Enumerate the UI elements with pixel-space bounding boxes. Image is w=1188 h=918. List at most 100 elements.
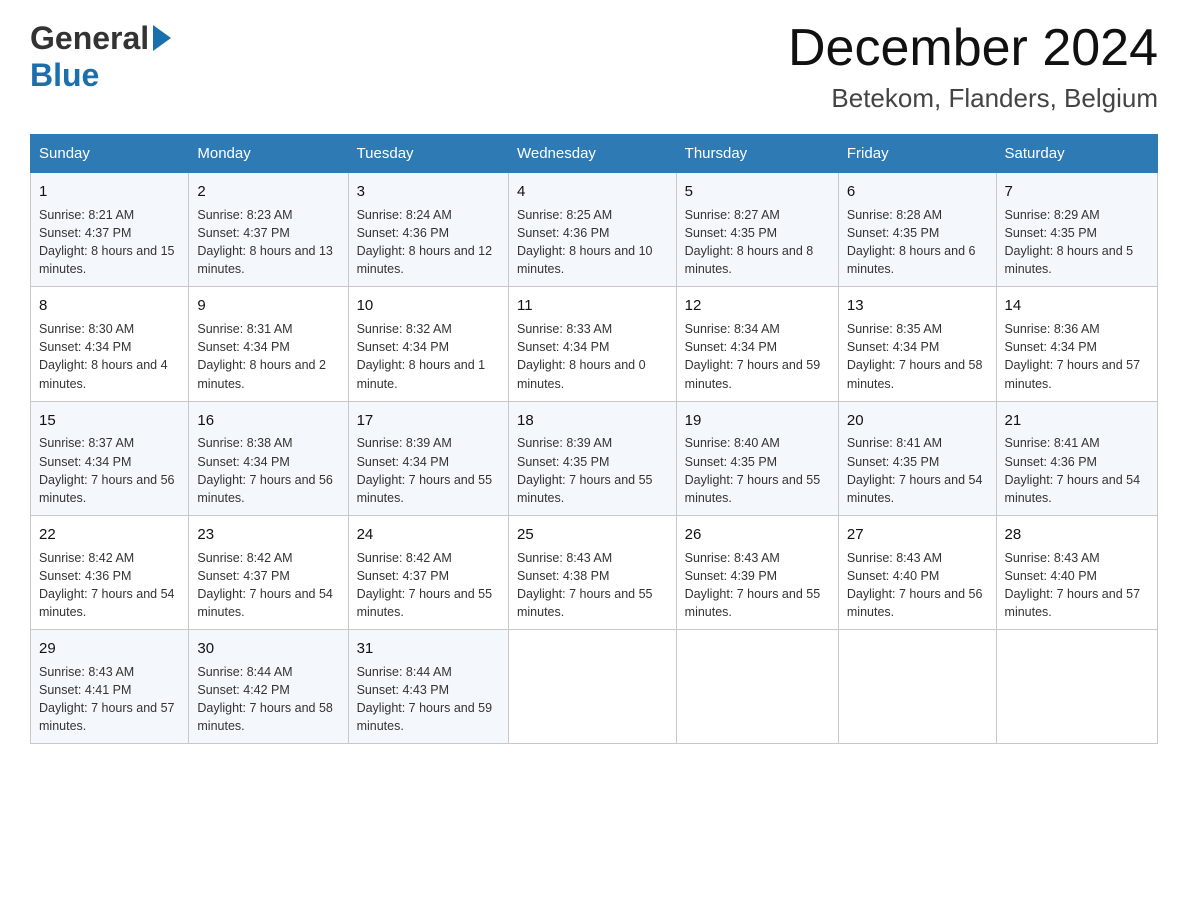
month-title: December 2024: [788, 20, 1158, 77]
calendar-cell: 10 Sunrise: 8:32 AMSunset: 4:34 PMDayligh…: [348, 287, 508, 401]
calendar-cell: 12Sunrise: 8:34 AMSunset: 4:34 PMDayligh…: [676, 287, 838, 401]
day-info: Sunrise: 8:36 AMSunset: 4:34 PMDaylight:…: [1005, 320, 1149, 393]
week-row-4: 22Sunrise: 8:42 AMSunset: 4:36 PMDayligh…: [31, 515, 1158, 629]
day-info: Sunrise: 8:42 AMSunset: 4:37 PMDaylight:…: [197, 549, 339, 622]
day-info: Sunrise: 8:41 AMSunset: 4:36 PMDaylight:…: [1005, 434, 1149, 507]
day-info: Sunrise: 8:34 AMSunset: 4:34 PMDaylight:…: [685, 320, 830, 393]
day-info: Sunrise: 8:25 AMSunset: 4:36 PMDaylight:…: [517, 206, 668, 279]
col-header-saturday: Saturday: [996, 135, 1157, 173]
logo-arrow-icon: [153, 25, 171, 56]
day-number: 19: [685, 410, 830, 432]
day-number: 21: [1005, 410, 1149, 432]
logo-blue-text: Blue: [30, 57, 99, 93]
week-row-5: 29Sunrise: 8:43 AMSunset: 4:41 PMDayligh…: [31, 630, 1158, 744]
day-number: 10: [357, 295, 500, 317]
day-number: 22: [39, 524, 180, 546]
calendar-cell: 1 Sunrise: 8:21 AMSunset: 4:37 PMDaylight…: [31, 173, 189, 287]
calendar-cell: 2 Sunrise: 8:23 AMSunset: 4:37 PMDaylight…: [189, 173, 348, 287]
day-number: 25: [517, 524, 668, 546]
calendar-cell: 6Sunrise: 8:28 AMSunset: 4:35 PMDaylight…: [838, 173, 996, 287]
calendar-cell: 28Sunrise: 8:43 AMSunset: 4:40 PMDayligh…: [996, 515, 1157, 629]
day-number: 26: [685, 524, 830, 546]
day-info: Sunrise: 8:24 AMSunset: 4:36 PMDaylight:…: [357, 206, 500, 279]
calendar-cell: 23 Sunrise: 8:42 AMSunset: 4:37 PMDayligh…: [189, 515, 348, 629]
day-number: 2: [197, 181, 339, 203]
page-header: General Blue December 2024 Betekom, Flan…: [30, 20, 1158, 114]
day-number: 16: [197, 410, 339, 432]
day-info: Sunrise: 8:37 AMSunset: 4:34 PMDaylight:…: [39, 434, 180, 507]
day-info: Sunrise: 8:35 AMSunset: 4:34 PMDaylight:…: [847, 320, 988, 393]
day-info: Sunrise: 8:43 AMSunset: 4:40 PMDaylight:…: [1005, 549, 1149, 622]
day-info: Sunrise: 8:32 AMSunset: 4:34 PMDaylight:…: [357, 320, 500, 393]
day-info: Sunrise: 8:43 AMSunset: 4:38 PMDaylight:…: [517, 549, 668, 622]
calendar-cell: [838, 630, 996, 744]
week-row-1: 1 Sunrise: 8:21 AMSunset: 4:37 PMDaylight…: [31, 173, 1158, 287]
location-title: Betekom, Flanders, Belgium: [788, 83, 1158, 114]
day-number: 11: [517, 295, 668, 317]
calendar-cell: [996, 630, 1157, 744]
calendar-cell: [508, 630, 676, 744]
day-number: 27: [847, 524, 988, 546]
calendar-cell: 22Sunrise: 8:42 AMSunset: 4:36 PMDayligh…: [31, 515, 189, 629]
calendar-cell: 3 Sunrise: 8:24 AMSunset: 4:36 PMDaylight…: [348, 173, 508, 287]
calendar-cell: 14 Sunrise: 8:36 AMSunset: 4:34 PMDayligh…: [996, 287, 1157, 401]
calendar-cell: 20Sunrise: 8:41 AMSunset: 4:35 PMDayligh…: [838, 401, 996, 515]
calendar-cell: 15Sunrise: 8:37 AMSunset: 4:34 PMDayligh…: [31, 401, 189, 515]
day-info: Sunrise: 8:44 AMSunset: 4:42 PMDaylight:…: [197, 663, 339, 736]
day-number: 6: [847, 181, 988, 203]
calendar-cell: 11 Sunrise: 8:33 AMSunset: 4:34 PMDayligh…: [508, 287, 676, 401]
day-number: 13: [847, 295, 988, 317]
day-number: 23: [197, 524, 339, 546]
day-number: 4: [517, 181, 668, 203]
day-info: Sunrise: 8:23 AMSunset: 4:37 PMDaylight:…: [197, 206, 339, 279]
logo: General Blue: [30, 20, 171, 94]
day-info: Sunrise: 8:29 AMSunset: 4:35 PMDaylight:…: [1005, 206, 1149, 279]
day-number: 24: [357, 524, 500, 546]
day-info: Sunrise: 8:39 AMSunset: 4:34 PMDaylight:…: [357, 434, 500, 507]
calendar-table: SundayMondayTuesdayWednesdayThursdayFrid…: [30, 134, 1158, 744]
calendar-header-row: SundayMondayTuesdayWednesdayThursdayFrid…: [31, 135, 1158, 173]
calendar-cell: 13 Sunrise: 8:35 AMSunset: 4:34 PMDayligh…: [838, 287, 996, 401]
day-number: 8: [39, 295, 180, 317]
calendar-cell: 19Sunrise: 8:40 AMSunset: 4:35 PMDayligh…: [676, 401, 838, 515]
day-info: Sunrise: 8:33 AMSunset: 4:34 PMDaylight:…: [517, 320, 668, 393]
calendar-cell: 17Sunrise: 8:39 AMSunset: 4:34 PMDayligh…: [348, 401, 508, 515]
day-number: 14: [1005, 295, 1149, 317]
calendar-cell: 24 Sunrise: 8:42 AMSunset: 4:37 PMDayligh…: [348, 515, 508, 629]
day-info: Sunrise: 8:44 AMSunset: 4:43 PMDaylight:…: [357, 663, 500, 736]
day-number: 15: [39, 410, 180, 432]
week-row-3: 15Sunrise: 8:37 AMSunset: 4:34 PMDayligh…: [31, 401, 1158, 515]
col-header-tuesday: Tuesday: [348, 135, 508, 173]
day-number: 7: [1005, 181, 1149, 203]
calendar-cell: 25 Sunrise: 8:43 AMSunset: 4:38 PMDayligh…: [508, 515, 676, 629]
day-info: Sunrise: 8:43 AMSunset: 4:40 PMDaylight:…: [847, 549, 988, 622]
calendar-cell: 8Sunrise: 8:30 AMSunset: 4:34 PMDaylight…: [31, 287, 189, 401]
day-number: 5: [685, 181, 830, 203]
day-info: Sunrise: 8:41 AMSunset: 4:35 PMDaylight:…: [847, 434, 988, 507]
calendar-cell: 26 Sunrise: 8:43 AMSunset: 4:39 PMDayligh…: [676, 515, 838, 629]
calendar-cell: [676, 630, 838, 744]
day-info: Sunrise: 8:31 AMSunset: 4:34 PMDaylight:…: [197, 320, 339, 393]
day-number: 17: [357, 410, 500, 432]
week-row-2: 8Sunrise: 8:30 AMSunset: 4:34 PMDaylight…: [31, 287, 1158, 401]
day-info: Sunrise: 8:21 AMSunset: 4:37 PMDaylight:…: [39, 206, 180, 279]
day-number: 30: [197, 638, 339, 660]
day-info: Sunrise: 8:38 AMSunset: 4:34 PMDaylight:…: [197, 434, 339, 507]
col-header-thursday: Thursday: [676, 135, 838, 173]
day-number: 1: [39, 181, 180, 203]
day-info: Sunrise: 8:43 AMSunset: 4:41 PMDaylight:…: [39, 663, 180, 736]
day-number: 3: [357, 181, 500, 203]
logo-general-text: General: [30, 20, 149, 57]
day-info: Sunrise: 8:42 AMSunset: 4:37 PMDaylight:…: [357, 549, 500, 622]
col-header-monday: Monday: [189, 135, 348, 173]
calendar-cell: 30 Sunrise: 8:44 AMSunset: 4:42 PMDayligh…: [189, 630, 348, 744]
calendar-cell: 16Sunrise: 8:38 AMSunset: 4:34 PMDayligh…: [189, 401, 348, 515]
col-header-friday: Friday: [838, 135, 996, 173]
calendar-cell: 4 Sunrise: 8:25 AMSunset: 4:36 PMDaylight…: [508, 173, 676, 287]
calendar-cell: 27 Sunrise: 8:43 AMSunset: 4:40 PMDayligh…: [838, 515, 996, 629]
day-info: Sunrise: 8:43 AMSunset: 4:39 PMDaylight:…: [685, 549, 830, 622]
title-section: December 2024 Betekom, Flanders, Belgium: [788, 20, 1158, 114]
calendar-cell: 31 Sunrise: 8:44 AMSunset: 4:43 PMDayligh…: [348, 630, 508, 744]
day-number: 31: [357, 638, 500, 660]
day-number: 9: [197, 295, 339, 317]
